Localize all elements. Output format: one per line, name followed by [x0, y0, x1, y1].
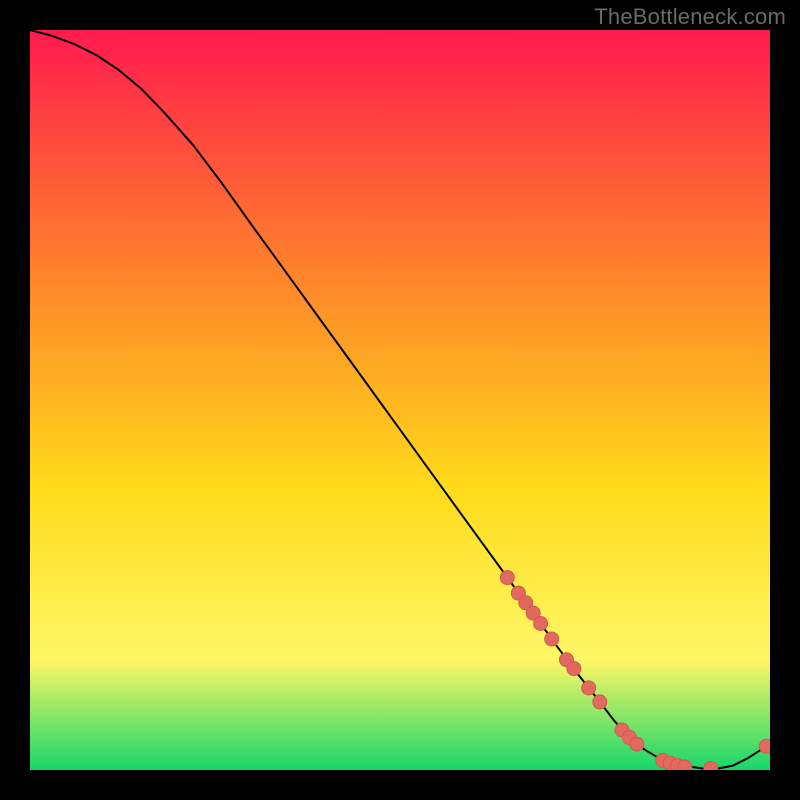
chart-frame: TheBottleneck.com	[0, 0, 800, 800]
marker-point	[500, 571, 514, 585]
chart-svg	[30, 30, 770, 770]
plot-area	[30, 30, 770, 770]
marker-point	[567, 662, 581, 676]
gradient-background	[30, 30, 770, 770]
marker-point	[759, 739, 770, 753]
marker-point	[678, 760, 692, 770]
marker-point	[534, 617, 548, 631]
marker-point	[545, 632, 559, 646]
watermark-text: TheBottleneck.com	[594, 4, 786, 30]
marker-point	[630, 737, 644, 751]
marker-point	[582, 681, 596, 695]
marker-point	[593, 695, 607, 709]
